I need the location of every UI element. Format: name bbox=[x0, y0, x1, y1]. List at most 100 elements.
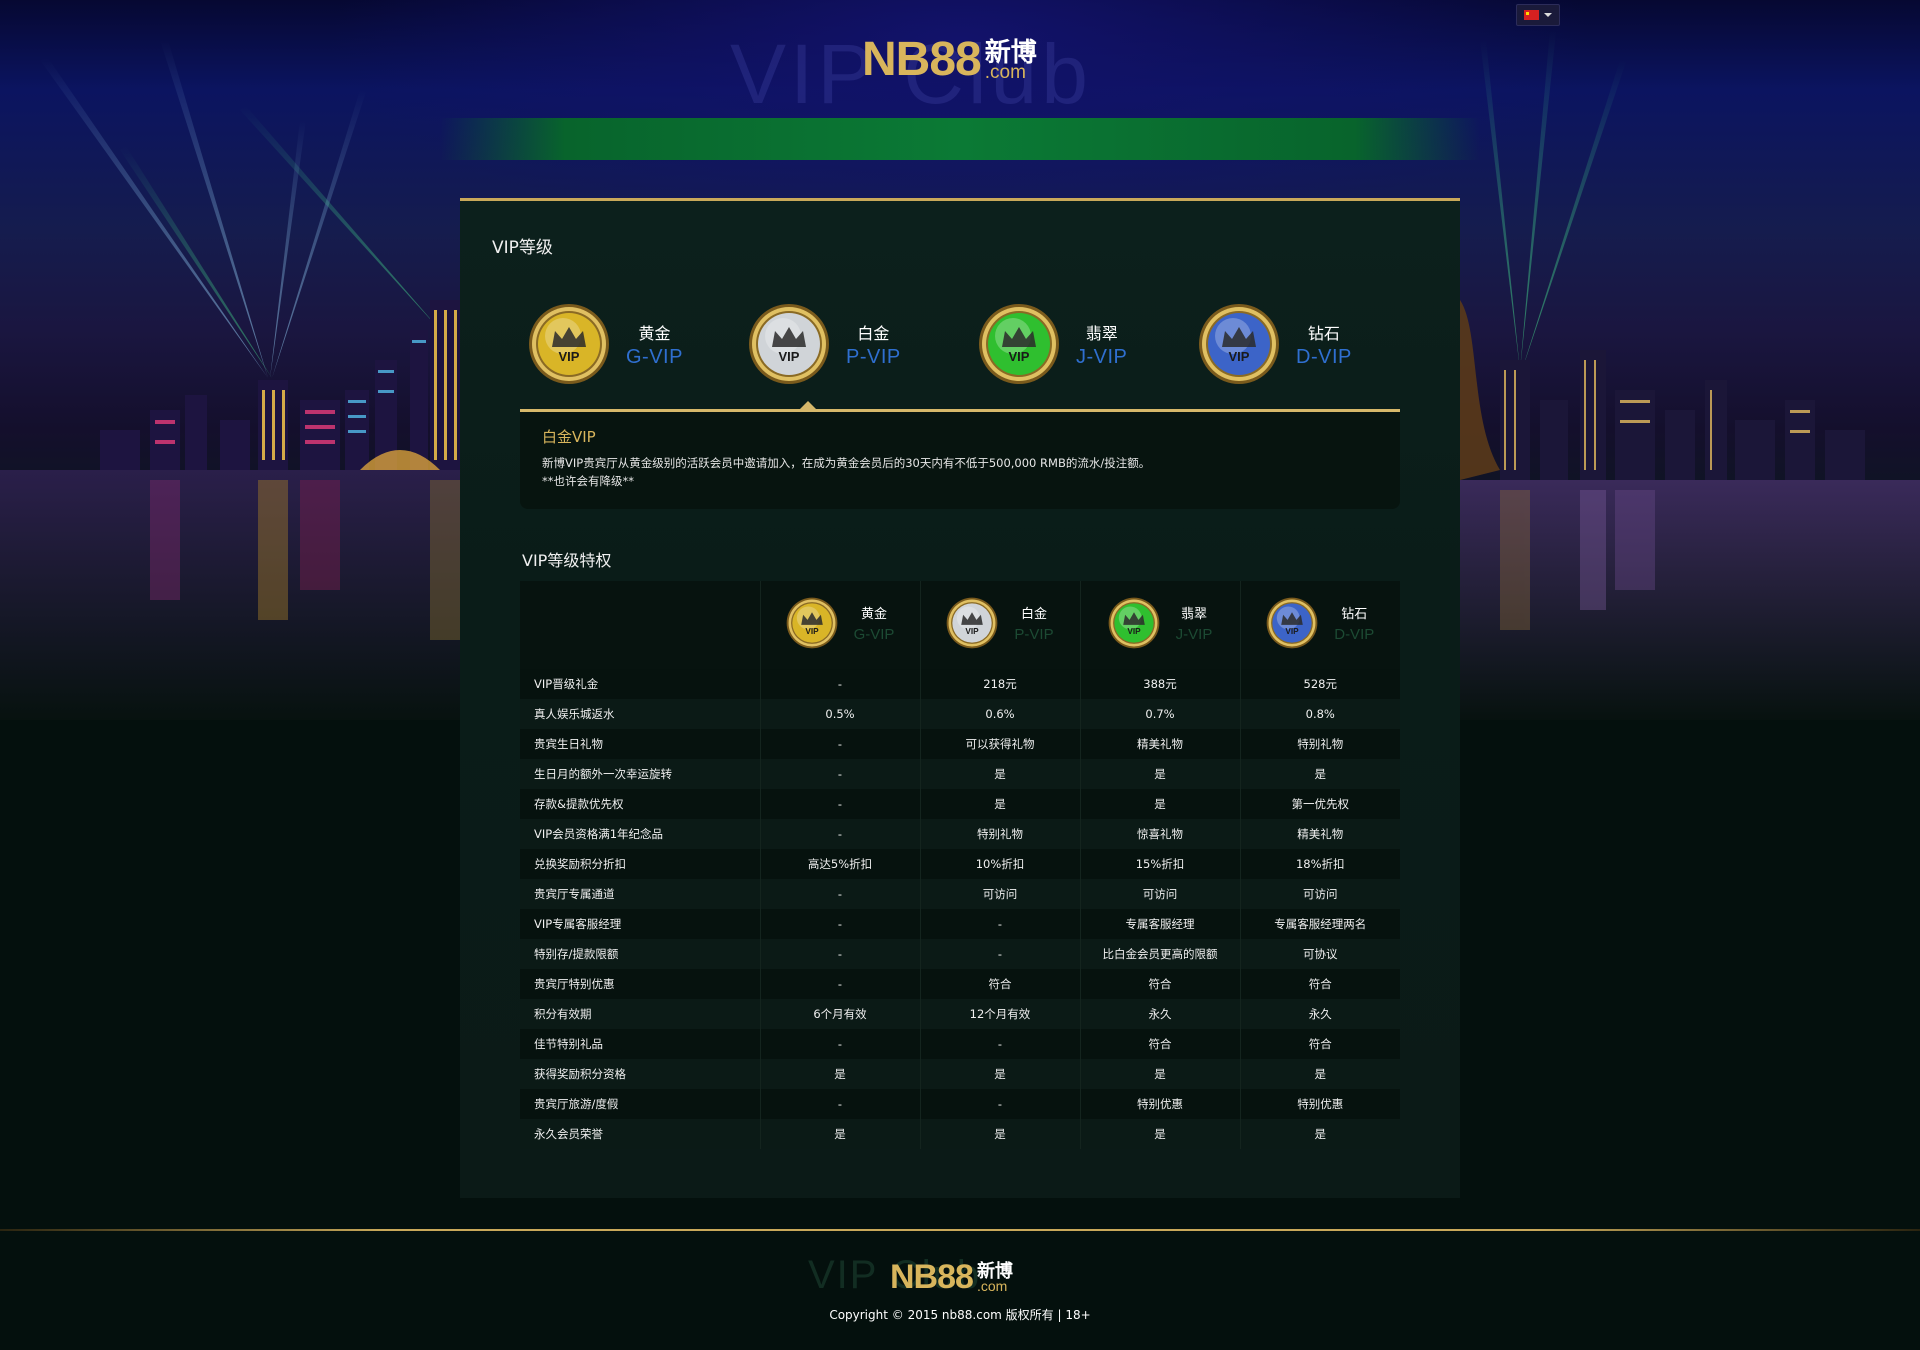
cell-gold: - bbox=[760, 819, 921, 849]
cell-platinum: 符合 bbox=[920, 969, 1081, 999]
platinum-vip-badge-icon: VIP bbox=[946, 597, 998, 653]
table-header-row: VIP 黄金 G-VIP VIP 白金 P-VIP VIP 翡翠 J-VIP VIP … bbox=[520, 581, 1400, 669]
cell-jade: 是 bbox=[1080, 789, 1241, 819]
cell-gold: - bbox=[760, 1089, 921, 1119]
row-label: 贵宾厅旅游/度假 bbox=[520, 1089, 761, 1119]
logo-main-text: NB88 bbox=[862, 33, 982, 86]
cell-platinum: 可访问 bbox=[920, 879, 1081, 909]
cell-jade: 是 bbox=[1080, 1119, 1241, 1149]
row-label: VIP晋级礼金 bbox=[520, 669, 761, 699]
panel-title: VIP等级 bbox=[492, 238, 553, 258]
vip-levels-row: VIP 黄金 G-VIP VIP 白金 P-VIP VIP 翡翠 J-VIP V… bbox=[516, 303, 1416, 389]
row-label: 获得奖励积分资格 bbox=[520, 1059, 761, 1089]
cell-jade: 15%折扣 bbox=[1080, 849, 1241, 879]
cell-platinum: - bbox=[920, 909, 1081, 939]
svg-text:VIP: VIP bbox=[1009, 349, 1030, 364]
row-label: 佳节特别礼品 bbox=[520, 1029, 761, 1059]
level-en-name: D-VIP bbox=[1334, 626, 1375, 643]
selected-level-pointer bbox=[800, 401, 816, 409]
cell-jade: 惊喜礼物 bbox=[1080, 819, 1241, 849]
logo-main-text: NB88 bbox=[890, 1258, 974, 1296]
table-row: 永久会员荣誉是是是是 bbox=[520, 1119, 1400, 1149]
level-description-box: 白金VIP 新博VIP贵宾厅从黄金级别的活跃会员中邀请加入，在成为黄金会员后的3… bbox=[520, 412, 1400, 509]
cell-gold: - bbox=[760, 879, 921, 909]
cell-diamond: 可协议 bbox=[1240, 939, 1400, 969]
level-en-name: J-VIP bbox=[1175, 626, 1213, 643]
svg-text:VIP: VIP bbox=[805, 627, 819, 636]
level-cn-name: 黄金 bbox=[860, 607, 887, 622]
cell-diamond: 符合 bbox=[1240, 1029, 1400, 1059]
gold-vip-badge-icon: VIP bbox=[528, 303, 610, 389]
cell-platinum: 0.6% bbox=[920, 699, 1081, 729]
cell-diamond: 特别优惠 bbox=[1240, 1089, 1400, 1119]
privileges-table: VIP 黄金 G-VIP VIP 白金 P-VIP VIP 翡翠 J-VIP VIP … bbox=[520, 581, 1400, 1149]
level-en-name: G-VIP bbox=[853, 626, 895, 643]
cell-jade: 特别优惠 bbox=[1080, 1089, 1241, 1119]
cell-platinum: 是 bbox=[920, 789, 1081, 819]
table-row: 真人娱乐城返水 0.5% 0.6% 0.7% 0.8% bbox=[520, 699, 1400, 729]
table-row: 特别存/提款限额 - - 比白金会员更高的限额 可协议 bbox=[520, 939, 1400, 969]
table-row: 生日月的额外一次幸运旋转 - 是是是 bbox=[520, 759, 1400, 789]
cell-platinum: 218元 bbox=[920, 669, 1081, 699]
site-footer: VIP Club NB88 新博 .com Copyright © 2015 n… bbox=[0, 1231, 1920, 1350]
cell-platinum: 10%折扣 bbox=[920, 849, 1081, 879]
table-row: 贵宾厅旅游/度假 - - 特别优惠 特别优惠 bbox=[520, 1089, 1400, 1119]
row-label: 永久会员荣誉 bbox=[520, 1119, 761, 1149]
cell-jade: 比白金会员更高的限额 bbox=[1080, 939, 1241, 969]
caret-down-icon bbox=[1544, 13, 1552, 17]
cell-jade: 专属客服经理 bbox=[1080, 909, 1241, 939]
cell-jade: 是 bbox=[1080, 759, 1241, 789]
table-header-gold: VIP 黄金 G-VIP bbox=[760, 581, 921, 669]
footer-logo[interactable]: NB88 新博 .com bbox=[890, 1258, 1013, 1296]
cell-gold: - bbox=[760, 909, 921, 939]
level-tab-diamond[interactable]: VIP 钻石 D-VIP bbox=[1198, 304, 1352, 387]
level-en-name: G-VIP bbox=[626, 346, 683, 368]
level-cn-name: 翡翠 bbox=[1180, 607, 1207, 622]
cell-jade: 精美礼物 bbox=[1080, 729, 1241, 759]
table-row: 贵宾厅特别优惠 - 符合 符合 符合 bbox=[520, 969, 1400, 999]
level-cn-name: 白金 bbox=[857, 324, 890, 343]
cell-diamond: 精美礼物 bbox=[1240, 819, 1400, 849]
cell-gold: - bbox=[760, 669, 921, 699]
cell-platinum: - bbox=[920, 939, 1081, 969]
jade-vip-badge-icon: VIP bbox=[1108, 597, 1160, 653]
level-tab-platinum[interactable]: VIP 白金 P-VIP bbox=[748, 303, 901, 389]
level-cn-name: 翡翠 bbox=[1085, 324, 1118, 343]
language-selector[interactable] bbox=[1516, 4, 1560, 26]
table-row: 兑换奖励积分折扣 高达5%折扣 10%折扣 15%折扣 18%折扣 bbox=[520, 849, 1400, 879]
cell-diamond: 可访问 bbox=[1240, 879, 1400, 909]
cell-diamond: 特别礼物 bbox=[1240, 729, 1400, 759]
table-row: 贵宾生日礼物 - 可以获得礼物 精美礼物 特别礼物 bbox=[520, 729, 1400, 759]
cell-diamond: 是 bbox=[1240, 759, 1400, 789]
flag-cn-icon bbox=[1524, 10, 1539, 20]
platinum-vip-badge-icon: VIP bbox=[748, 303, 830, 389]
row-label: 贵宾厅特别优惠 bbox=[520, 969, 761, 999]
cell-diamond: 第一优先权 bbox=[1240, 789, 1400, 819]
cell-platinum: - bbox=[920, 1029, 1081, 1059]
site-logo[interactable]: NB88 新博 .com bbox=[862, 33, 1037, 86]
level-tab-gold[interactable]: VIP 黄金 G-VIP bbox=[528, 303, 683, 389]
description-note: **也许会有降级** bbox=[542, 474, 634, 488]
table-row: VIP会员资格满1年纪念品 - 特别礼物 惊喜礼物 精美礼物 bbox=[520, 819, 1400, 849]
cell-gold: - bbox=[760, 939, 921, 969]
cell-jade: 0.7% bbox=[1080, 699, 1241, 729]
cell-platinum: 是 bbox=[920, 759, 1081, 789]
jade-vip-badge-icon: VIP bbox=[978, 303, 1060, 389]
cell-gold: 6个月有效 bbox=[760, 999, 921, 1029]
cell-platinum: - bbox=[920, 1089, 1081, 1119]
table-row: 存款&提款优先权 - 是是第一优先权 bbox=[520, 789, 1400, 819]
description-body: 新博VIP贵宾厅从黄金级别的活跃会员中邀请加入，在成为黄金会员后的30天内有不低… bbox=[542, 454, 1382, 490]
level-tab-jade[interactable]: VIP 翡翠 J-VIP bbox=[978, 303, 1127, 389]
cell-jade: 388元 bbox=[1080, 669, 1241, 699]
svg-text:VIP: VIP bbox=[1229, 349, 1250, 364]
level-cn-name: 白金 bbox=[1020, 607, 1047, 622]
table-header-platinum: VIP 白金 P-VIP bbox=[920, 581, 1081, 669]
row-label: VIP专属客服经理 bbox=[520, 909, 761, 939]
level-en-name: D-VIP bbox=[1296, 346, 1352, 368]
description-line: 新博VIP贵宾厅从黄金级别的活跃会员中邀请加入，在成为黄金会员后的30天内有不低… bbox=[542, 456, 1151, 470]
table-header-diamond: VIP 钻石 D-VIP bbox=[1240, 581, 1400, 669]
table-row: VIP专属客服经理 - - 专属客服经理 专属客服经理两名 bbox=[520, 909, 1400, 939]
cell-gold: 是 bbox=[760, 1059, 921, 1089]
cell-gold: 高达5%折扣 bbox=[760, 849, 921, 879]
cell-diamond: 18%折扣 bbox=[1240, 849, 1400, 879]
